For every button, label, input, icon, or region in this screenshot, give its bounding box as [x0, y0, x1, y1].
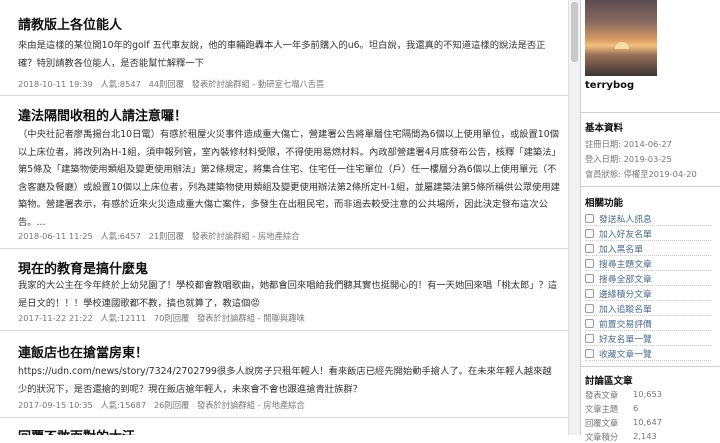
post-date: 2018-06-11 11:25 — [18, 231, 93, 241]
post-excerpt: 我家的大公主在今年終於上幼兒園了！學校都會教唱歌曲，她都會回來唱給我們聽其實也挺… — [18, 280, 558, 309]
post-meta: 2017-11-22 21:22 人氣:12111 70則回覆 發表於討論群組 … — [18, 312, 310, 324]
divider — [581, 366, 720, 367]
member-status: 會員狀態: 停權至2019-04-20 — [585, 169, 697, 179]
stat-points: 文章積分 2,143 — [585, 431, 657, 442]
stat-topics: 文章主題 6 — [585, 403, 639, 414]
bookmarks-link[interactable]: 收藏文章一覽 — [585, 347, 711, 361]
friends-list-link[interactable]: 好友名單一覽 — [585, 332, 711, 346]
post-feed: 請教版上各位能人 來由是這樣的某位開10年的golf 五代車友說，他的車輛跑轟本… — [0, 0, 568, 435]
search-topics-link[interactable]: 搜尋主題文章 — [585, 257, 711, 271]
post-replies-link[interactable]: 21則回覆 — [149, 231, 184, 241]
post-excerpt: 來由是這樣的某位開10年的golf 五代車友說，他的車輛跑轟本人一年多前購入的u… — [18, 40, 546, 69]
post-category-link[interactable]: 發表於討論群組 - 房地產綜合 — [197, 400, 305, 410]
register-date: 註冊日期: 2014-06-27 — [585, 139, 672, 149]
login-date: 登入日期: 2019-03-25 — [585, 154, 672, 164]
add-follow-link[interactable]: 加入追蹤名單 — [585, 302, 711, 316]
post-item: 請教版上各位能人 來由是這樣的某位開10年的golf 五代車友說，他的車輛跑轟本… — [0, 0, 568, 96]
block-icon — [585, 244, 594, 253]
post-title[interactable]: 請教版上各位能人 — [18, 14, 122, 33]
trade-rating-link[interactable]: 前置交易評價 — [585, 317, 711, 331]
post-views: 人氣:15687 — [100, 400, 147, 410]
sunset-image — [615, 42, 629, 49]
post-category-link[interactable]: 發表於討論群組 - 房地產綜合 — [192, 231, 300, 241]
avatar[interactable] — [585, 0, 657, 76]
post-category-link[interactable]: 發表於討論群組 - 閒聊與趣味 — [197, 313, 305, 323]
post-title[interactable]: 回覆不敢面對的大汗 — [18, 426, 135, 435]
post-views: 人氣:8547 — [100, 79, 141, 89]
post-item: 連飯店也在搶當房東！ https://udn.com/news/story/73… — [0, 331, 568, 418]
post-excerpt: https://udn.com/news/story/7324/2702799很… — [18, 366, 552, 395]
post-date: 2017-09-15 10:35 — [18, 400, 93, 410]
post-excerpt: （中央社記者廖禹揚台北10日電）有感於租屋火災事件造成重大傷亡，營建署公告將單層… — [18, 129, 560, 228]
username[interactable]: terrybog — [585, 80, 634, 91]
post-replies-link[interactable]: 44則回覆 — [149, 79, 184, 89]
divider — [581, 112, 720, 113]
scrollbar-thumb[interactable] — [571, 2, 578, 62]
profile-sidebar: terrybog 基本資料 註冊日期: 2014-06-27 登入日期: 201… — [580, 0, 720, 442]
post-item: 回覆不敢面對的大汗 — [0, 418, 568, 435]
add-friend-link[interactable]: 加入好友名單 — [585, 227, 711, 241]
post-title[interactable]: 現在的教育是搞什麼鬼 — [18, 258, 148, 277]
post-item: 現在的教育是搞什麼鬼 我家的大公主在今年終於上幼兒園了！學校都會教唱歌曲，她都會… — [0, 249, 568, 331]
functions-heading: 相關功能 — [585, 198, 624, 209]
follow-icon — [585, 304, 594, 313]
add-user-icon — [585, 229, 594, 238]
stats-heading: 討論區文章 — [585, 376, 633, 387]
star-icon — [585, 289, 594, 298]
send-message-link[interactable]: 發送私人訊息 — [585, 212, 711, 226]
post-views: 人氣:12111 — [100, 313, 147, 323]
divider — [581, 186, 720, 187]
post-title[interactable]: 違法隔間收租的人請注意囉！ — [18, 105, 187, 124]
users-icon — [585, 334, 594, 343]
post-title[interactable]: 連飯店也在搶當房東！ — [18, 342, 148, 361]
mail-icon — [585, 214, 594, 223]
points-posts-link[interactable]: 邊緣積分文章 — [585, 287, 711, 301]
post-views: 人氣:6457 — [100, 231, 141, 241]
post-date: 2018-10-11 19:39 — [18, 79, 93, 89]
bookmark-icon — [585, 349, 594, 358]
post-category-link[interactable]: 發表於討論群組 - 動研室七嘴八舌區 — [192, 79, 325, 89]
stat-replies: 回覆文章 10,647 — [585, 417, 663, 428]
post-meta: 2017-09-15 10:35 人氣:15687 26則回覆 發表於討論群組 … — [18, 399, 310, 411]
post-date: 2017-11-22 21:22 — [18, 313, 93, 323]
stat-posts: 發表文章 10,653 — [585, 389, 663, 400]
rating-icon — [585, 319, 594, 328]
post-replies-link[interactable]: 70則回覆 — [154, 313, 189, 323]
search-icon — [585, 274, 594, 283]
add-blacklist-link[interactable]: 加入黑名單 — [585, 242, 711, 256]
profile-heading: 基本資料 — [585, 123, 624, 134]
search-all-posts-link[interactable]: 搜尋全部文章 — [585, 272, 711, 286]
post-item: 違法隔間收租的人請注意囉！ （中央社記者廖禹揚台北10日電）有感於租屋火災事件造… — [0, 96, 568, 249]
post-meta: 2018-06-11 11:25 人氣:6457 21則回覆 發表於討論群組 -… — [18, 230, 305, 242]
post-replies-link[interactable]: 26則回覆 — [154, 400, 189, 410]
post-meta: 2018-10-11 19:39 人氣:8547 44則回覆 發表於討論群組 -… — [18, 78, 329, 90]
search-icon — [585, 259, 594, 268]
